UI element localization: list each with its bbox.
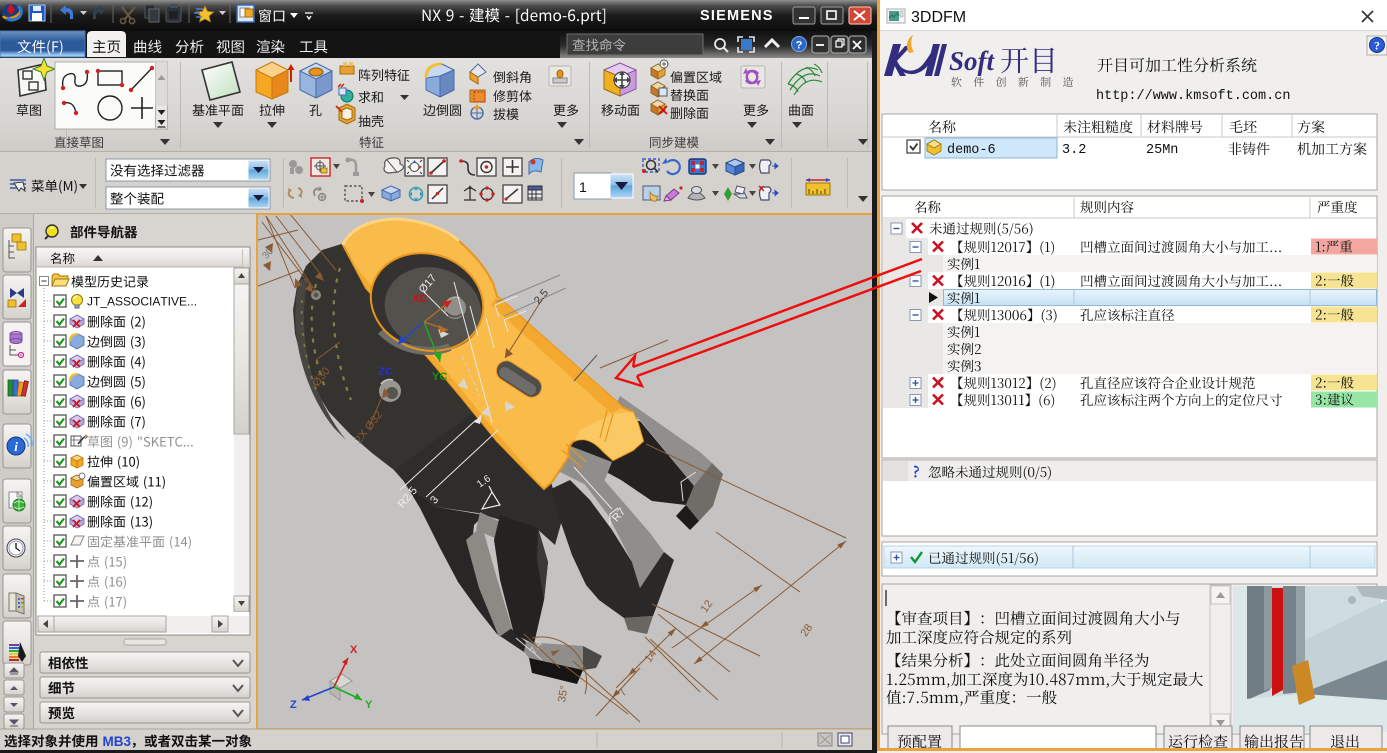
svg-text:Soft: Soft (949, 46, 996, 76)
svg-text:MB3: MB3 (103, 734, 132, 749)
svg-text:3.2: 3.2 (1062, 143, 1086, 158)
svg-text:SIEMENS: SIEMENS (700, 8, 774, 24)
svg-text:?: ? (796, 40, 803, 52)
svg-text:1: 1 (579, 179, 587, 195)
svg-text:ZC: ZC (378, 366, 393, 378)
svg-text:Y: Y (365, 699, 373, 711)
svg-text:25Mn: 25Mn (1146, 143, 1178, 158)
svg-text:Z: Z (290, 699, 297, 711)
svg-text:JT_ASSOCIATIVE...: JT_ASSOCIATIVE... (87, 295, 197, 309)
svg-text:i: i (14, 439, 18, 454)
svg-text:XC: XC (412, 293, 427, 305)
svg-text:3DDFM: 3DDFM (911, 9, 966, 26)
svg-text:?: ? (1374, 39, 1380, 53)
svg-text:http://www.kmsoft.com.cn: http://www.kmsoft.com.cn (1096, 89, 1290, 104)
svg-text:demo-6: demo-6 (947, 143, 996, 158)
svg-text:X: X (350, 644, 358, 656)
svg-text:YC: YC (432, 371, 447, 383)
